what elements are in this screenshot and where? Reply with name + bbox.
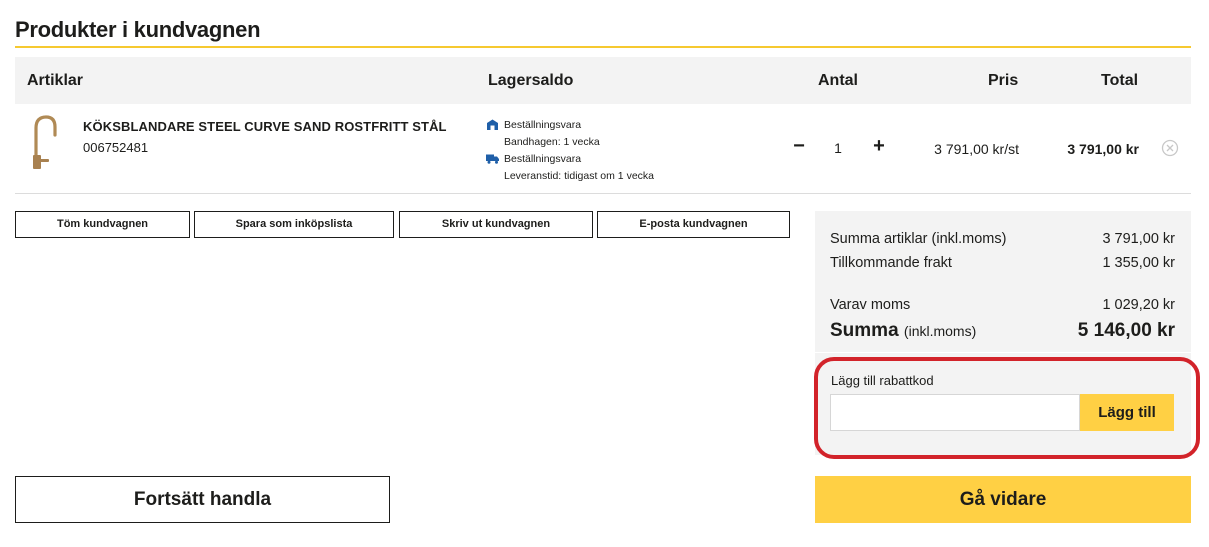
store-icon [487,119,498,130]
print-cart-button[interactable]: Skriv ut kundvagnen [399,211,593,238]
row-total: 3 791,00 kr [1067,141,1139,157]
summary-total-note: (inkl.moms) [903,323,977,339]
store-status-text: Beställningsvara [504,119,582,131]
continue-shopping-button[interactable]: Fortsätt handla [15,476,390,523]
title-divider [15,46,1191,48]
page-title: Produkter i kundvagnen [15,17,261,42]
column-header-total: Total [1101,72,1139,89]
column-header-quantity: Antal [818,72,858,89]
summary-total-text: Summa [830,320,899,341]
stock-info: Beställningsvara Bandhagen: 1 vecka Best… [486,117,654,185]
truck-icon [486,154,499,164]
column-header-price: Pris [988,72,1019,89]
decrease-quantity-button[interactable]: − [789,136,809,158]
column-header-stock: Lagersaldo [488,72,574,89]
cart-row: KÖKSBLANDARE STEEL CURVE SAND ROSTFRITT … [15,104,1191,194]
empty-cart-button[interactable]: Töm kundvagnen [15,211,190,238]
summary-total-value: 5 146,00 kr [1077,320,1175,341]
store-stock-status: Beställningsvara [486,117,654,134]
increase-quantity-button[interactable]: + [869,136,889,158]
summary-shipping-label: Tillkommande frakt [830,255,952,271]
coupon-code-input[interactable] [830,394,1080,431]
apply-coupon-button[interactable]: Lägg till [1080,394,1174,431]
product-name[interactable]: KÖKSBLANDARE STEEL CURVE SAND ROSTFRITT … [83,119,447,134]
summary-shipping-value: 1 355,00 kr [1102,255,1175,271]
unit-price: 3 791,00 kr/st [934,141,1019,157]
cart-table-header: Artiklar Lagersaldo Antal Pris Total [15,57,1191,104]
product-number: 006752481 [83,140,149,155]
summary-total-label: Summa (inkl.moms) [830,320,976,342]
save-as-list-button[interactable]: Spara som inköpslista [194,211,394,238]
delivery-status-text: Beställningsvara [504,153,582,165]
proceed-checkout-button[interactable]: Gå vidare [815,476,1191,523]
email-cart-button[interactable]: E-posta kundvagnen [597,211,790,238]
product-image[interactable] [29,112,69,172]
quantity-value[interactable]: 1 [825,140,851,156]
summary-vat-value: 1 029,20 kr [1102,297,1175,313]
delivery-stock-status: Beställningsvara [486,151,654,168]
delivery-stock-detail: Leveranstid: tidigast om 1 vecka [504,170,654,182]
summary-items-label: Summa artiklar (inkl.moms) [830,231,1007,247]
summary-vat-label: Varav moms [830,297,911,313]
column-header-article: Artiklar [27,72,84,89]
order-summary: Summa artiklar (inkl.moms) 3 791,00 kr T… [815,211,1191,352]
summary-items-value: 3 791,00 kr [1102,231,1175,247]
coupon-label: Lägg till rabattkod [831,373,934,388]
coupon-section: Lägg till rabattkod Lägg till [815,352,1191,455]
store-stock-detail: Bandhagen: 1 vecka [504,136,600,148]
remove-item-icon[interactable] [1161,139,1179,157]
